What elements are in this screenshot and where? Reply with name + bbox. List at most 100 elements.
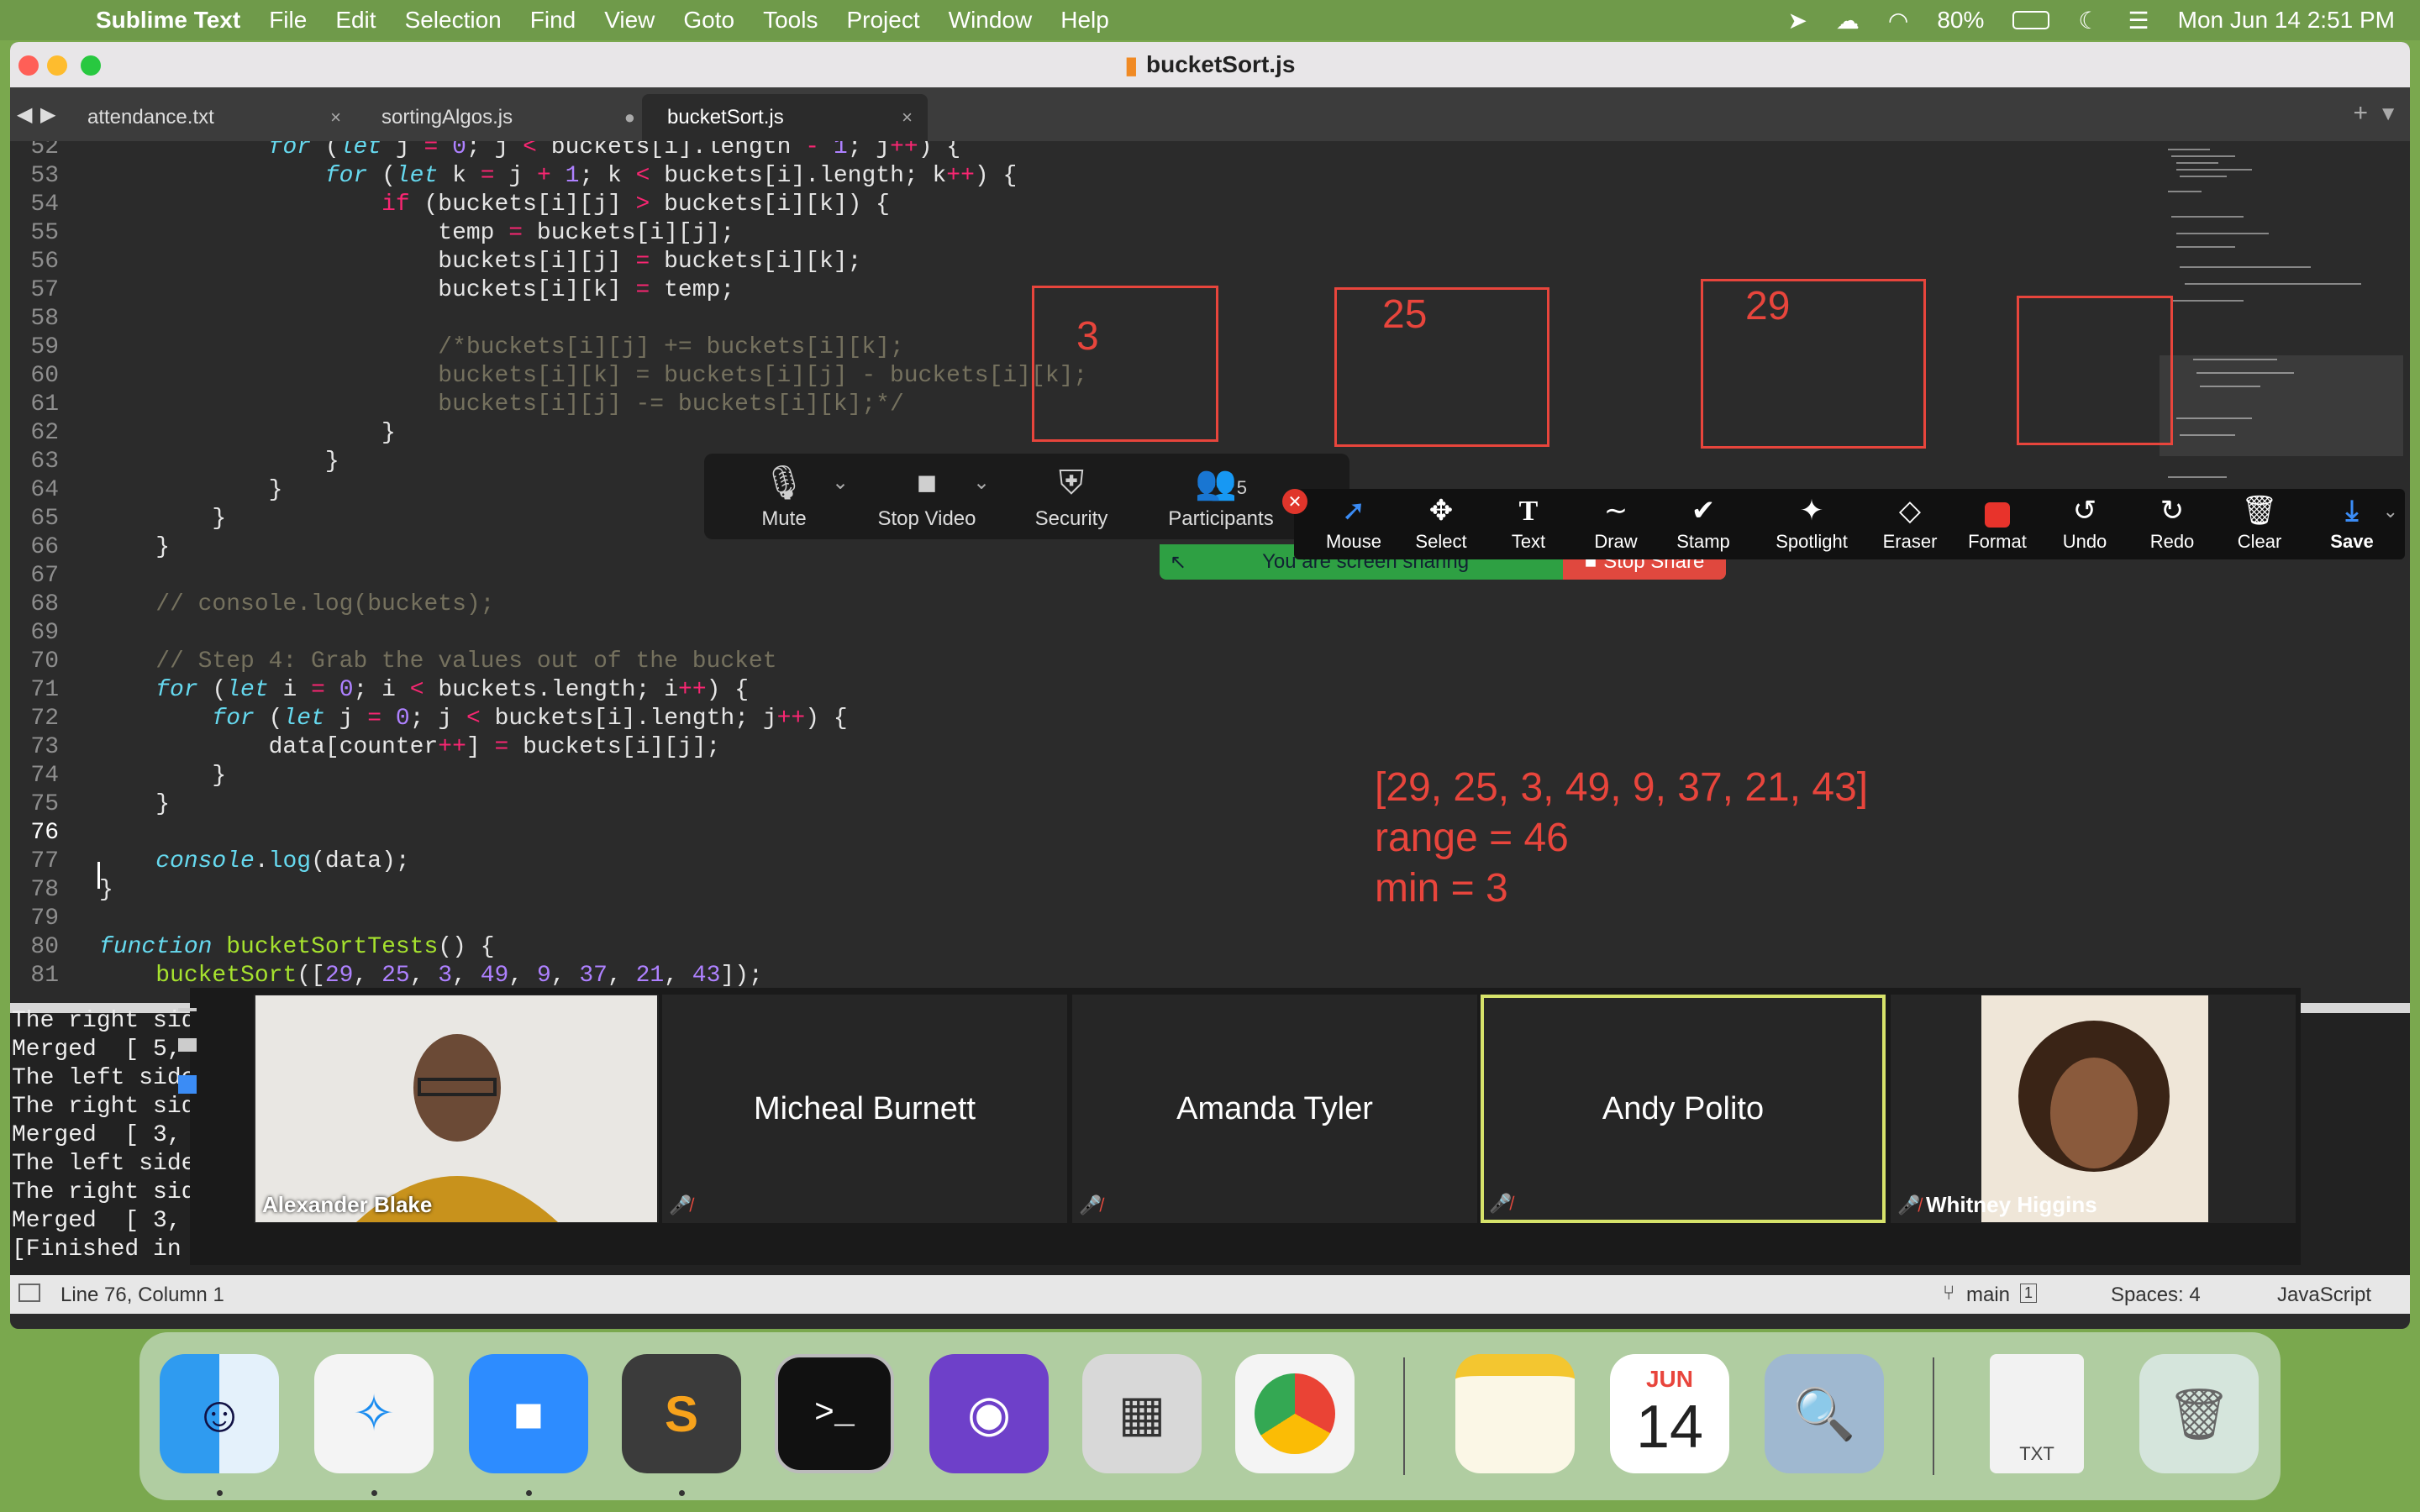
security-button[interactable]: ⛨ Security [1017, 454, 1126, 539]
annot-spotlight-button[interactable]: ✦ Spotlight [1761, 489, 1862, 559]
line-number: 67 [30, 563, 59, 589]
view-layout-icon[interactable] [178, 1008, 197, 1011]
unsaved-dot-icon[interactable]: ● [624, 107, 635, 129]
output-line: The right side [12, 1179, 210, 1205]
cursor-position[interactable]: Line 76, Column 1 [60, 1284, 224, 1307]
panel-toggle-icon[interactable] [18, 1284, 40, 1302]
indentation-setting[interactable]: Spaces: 4 [2111, 1284, 2201, 1307]
mute-button[interactable]: 🎙 Mute [738, 454, 830, 539]
tab-bucketsort[interactable]: bucketSort.js × [642, 94, 928, 141]
menu-file[interactable]: File [269, 7, 307, 34]
annot-redo-button[interactable]: ↻ Redo [2133, 489, 2212, 559]
spotlight-wand-icon: ✦ [1799, 495, 1824, 527]
menu-find[interactable]: Find [530, 7, 576, 34]
location-icon[interactable]: ➤ [1787, 7, 1807, 34]
menu-edit[interactable]: Edit [335, 7, 376, 34]
calendar-icon[interactable]: JUN 14 [1610, 1354, 1729, 1473]
trash-icon[interactable]: 🗑 [2139, 1354, 2259, 1473]
close-icon[interactable]: × [330, 107, 341, 129]
participant-tile[interactable]: Micheal Burnett 🎤̸ [662, 995, 1067, 1223]
menu-tools[interactable]: Tools [763, 7, 818, 34]
tab-attendance[interactable]: attendance.txt × [62, 94, 356, 141]
zoom-icon[interactable]: ■ [469, 1354, 588, 1473]
annot-mouse-button[interactable]: ➚ Mouse [1314, 489, 1393, 559]
annot-mouse-label: Mouse [1325, 531, 1382, 552]
menu-window[interactable]: Window [949, 7, 1033, 34]
terminal-icon[interactable]: >_ [775, 1354, 894, 1473]
finder-icon[interactable]: ☺ [160, 1354, 279, 1473]
close-icon[interactable]: × [902, 107, 913, 129]
annotation-box-label: 29 [1745, 284, 1791, 328]
annotation-box [2017, 296, 2173, 445]
annot-eraser-button[interactable]: ◇ Eraser [1870, 489, 1949, 559]
cloud-upload-icon[interactable]: ☁ [1836, 7, 1860, 34]
text-icon: T [1518, 496, 1539, 527]
minimap-viewport[interactable] [2160, 355, 2403, 456]
annot-clear-button[interactable]: 🗑 Clear [2220, 489, 2299, 559]
menu-selection[interactable]: Selection [405, 7, 502, 34]
dock-separator [1403, 1357, 1405, 1475]
running-indicator [371, 1490, 377, 1496]
participant-name: Alexander Blake [262, 1192, 433, 1217]
mute-options-chevron-down-icon[interactable]: ⌄ [832, 470, 849, 495]
annot-text-button[interactable]: T Text [1489, 489, 1568, 559]
code-editor[interactable]: 52 53 54 55 56 57 58 59 60 61 62 63 64 65 66 67 68 69 70 71… [10, 141, 2195, 990]
view-layout-icon[interactable] [178, 1038, 197, 1052]
microphone-icon: 🎙 [762, 465, 806, 501]
title-bar: ▮ bucketSort.js [10, 42, 2410, 87]
close-window-button[interactable] [18, 55, 39, 76]
participant-tile[interactable]: Alexander Blake [254, 995, 659, 1223]
participant-tile[interactable]: 🎤̸ Whitney Higgins [1891, 995, 2296, 1223]
chrome-icon[interactable] [1235, 1354, 1355, 1473]
notes-icon[interactable] [1455, 1354, 1575, 1473]
preview-icon[interactable]: 🔍 [1765, 1354, 1884, 1473]
calendar-month: JUN [1645, 1366, 1693, 1392]
clock[interactable]: Mon Jun 14 2:51 PM [2178, 7, 2395, 34]
annot-select-button[interactable]: ✥ Select [1402, 489, 1481, 559]
annot-save-label: Save [2330, 531, 2374, 552]
annot-save-button[interactable]: ⤓ Save [2312, 489, 2391, 559]
calculator-icon[interactable]: ▦ [1082, 1354, 1202, 1473]
participants-button[interactable]: 👥5 Participants [1158, 454, 1284, 539]
menu-app-name[interactable]: Sublime Text [96, 7, 240, 34]
tab-nav-back-icon[interactable]: ◀ [17, 102, 32, 127]
tab-nav-forward-icon[interactable]: ▶ [40, 102, 55, 127]
tab-menu-chevron-down-icon[interactable]: ▼ [2378, 102, 2398, 126]
menu-project[interactable]: Project [846, 7, 919, 34]
menu-help[interactable]: Help [1060, 7, 1109, 34]
close-annotation-icon[interactable]: ✕ [1282, 489, 1307, 514]
syntax-setting[interactable]: JavaScript [2277, 1284, 2371, 1307]
annot-undo-button[interactable]: ↺ Undo [2045, 489, 2124, 559]
github-desktop-icon[interactable]: ◉ [929, 1354, 1049, 1473]
wifi-icon[interactable]: ◠ [1888, 7, 1908, 34]
line-number: 70 [30, 648, 59, 675]
minimize-window-button[interactable] [47, 55, 67, 76]
view-layout-icon[interactable] [178, 1075, 197, 1094]
annot-stamp-button[interactable]: ✔ Stamp [1664, 489, 1743, 559]
menu-goto[interactable]: Goto [683, 7, 734, 34]
participant-tile-active-speaker[interactable]: Andy Polito 🎤̸ [1481, 995, 1886, 1223]
line-number: 52 [30, 141, 59, 160]
participant-tile[interactable]: Amanda Tyler 🎤̸ [1072, 995, 1477, 1223]
minimap[interactable] [2160, 141, 2403, 494]
calendar-day: 14 [1635, 1394, 1704, 1461]
zoom-window-button[interactable] [81, 55, 101, 76]
stop-video-button[interactable]: ■ Stop Video [864, 454, 990, 539]
battery-percent[interactable]: 80% [1937, 7, 1984, 34]
moon-icon[interactable]: ☾ [2078, 7, 2099, 34]
tab-sortingalgos[interactable]: sortingAlgos.js ● [356, 94, 650, 141]
safari-icon[interactable]: ✧ [314, 1354, 434, 1473]
txt-file-icon[interactable]: TXT [1990, 1354, 2084, 1473]
video-options-chevron-down-icon[interactable]: ⌄ [973, 470, 990, 495]
git-branch[interactable]: main [1966, 1284, 2010, 1307]
battery-icon[interactable] [2012, 11, 2050, 29]
save-options-chevron-down-icon[interactable]: ⌄ [2383, 501, 2398, 522]
annot-format-button[interactable]: Format [1958, 489, 2037, 559]
control-center-icon[interactable]: ☰ [2128, 7, 2149, 34]
sublime-text-icon[interactable]: S [622, 1354, 741, 1473]
menu-view[interactable]: View [604, 7, 655, 34]
annot-text-label: Text [1511, 531, 1546, 552]
annot-draw-button[interactable]: ∼ Draw [1576, 489, 1655, 559]
new-tab-icon[interactable]: + [2353, 99, 2368, 128]
stop-video-label: Stop Video [877, 507, 976, 530]
